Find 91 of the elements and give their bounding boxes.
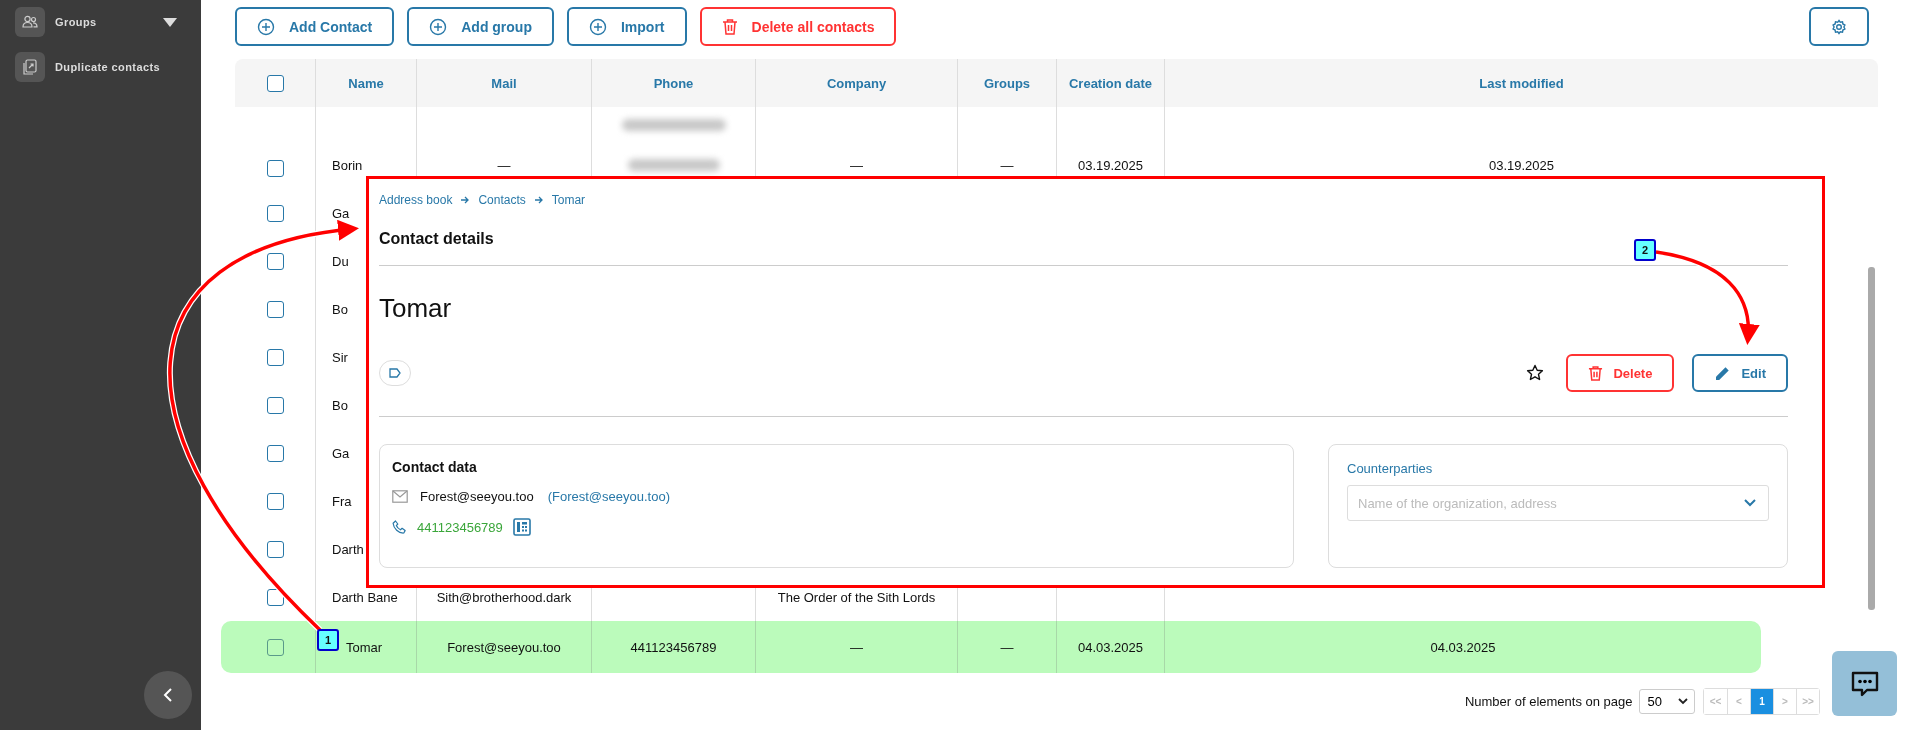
row-checkbox[interactable]	[266, 300, 284, 318]
scrollbar[interactable]	[1868, 267, 1875, 610]
trash-icon	[1588, 364, 1604, 382]
column-header[interactable]: Company	[826, 75, 887, 91]
breadcrumb-link[interactable]: Contacts	[478, 193, 526, 207]
table-cell: Borin	[332, 158, 363, 173]
mail-icon	[392, 490, 408, 503]
settings-icon	[1831, 18, 1847, 35]
phone-icon	[392, 519, 407, 535]
pencil-icon	[1714, 364, 1732, 382]
action-button[interactable]: Edit	[1692, 354, 1788, 392]
column-header[interactable]: Groups	[983, 75, 1031, 91]
chevron-down-icon[interactable]	[1744, 499, 1756, 507]
tag-icon	[389, 368, 401, 378]
annotation-badge: 2	[1634, 239, 1656, 261]
table-cell: —	[1000, 639, 1014, 655]
table-cell: 04.03.2025	[1077, 639, 1144, 655]
table-cell: Tomar	[346, 639, 383, 655]
action-button[interactable]: Delete	[1566, 354, 1675, 392]
phone-book-icon[interactable]	[512, 518, 531, 536]
email-link[interactable]: (Forest@seeyou.too)	[547, 489, 670, 504]
annotation-badge: 1	[317, 629, 339, 651]
table-cell: Fra	[332, 493, 352, 509]
row-checkbox[interactable]	[266, 444, 284, 462]
row-checkbox[interactable]	[266, 396, 284, 414]
toolbar-button[interactable]: Add group	[407, 7, 554, 46]
table-cell: Darth	[332, 541, 364, 557]
toolbar-button[interactable]: Delete all contacts	[699, 7, 897, 46]
table-cell: Ga	[332, 205, 350, 221]
table-cell: Bo	[332, 397, 348, 413]
table-cell: Sir	[332, 349, 348, 365]
table-cell: 03.19.2025	[1488, 158, 1555, 173]
table-cell: Du	[332, 253, 349, 269]
page-size-select[interactable]: 50	[1638, 689, 1695, 714]
row-checkbox[interactable]	[266, 492, 284, 510]
page-button[interactable]: 1	[1750, 689, 1773, 714]
row-checkbox[interactable]	[266, 638, 284, 656]
table-cell: —	[1000, 158, 1014, 173]
sidebar-item-icon[interactable]	[15, 52, 45, 82]
column-header[interactable]: Creation date	[1068, 75, 1153, 91]
select-all-checkbox[interactable]	[266, 74, 284, 92]
table-cell: 03.19.2025	[1077, 158, 1144, 173]
plus-circle-icon	[429, 17, 448, 36]
table-cell: 441123456789	[630, 639, 717, 655]
counterparty-select[interactable]: Name of the organization, address	[1347, 485, 1769, 521]
row-checkbox[interactable]	[266, 252, 284, 270]
chat-button[interactable]	[1832, 651, 1897, 716]
row-checkbox[interactable]	[266, 160, 284, 177]
page-size-label: Number of elements on page	[1464, 694, 1633, 709]
arrow-icon	[460, 195, 471, 205]
star-icon[interactable]	[1526, 364, 1545, 382]
plus-circle-icon	[589, 17, 607, 36]
caret-icon[interactable]	[163, 17, 177, 27]
table-cell: Forest@seeyou.too	[447, 639, 561, 655]
toolbar-button[interactable]: Import	[567, 7, 687, 46]
sidebar-item[interactable]: Groups	[55, 16, 97, 28]
card-title: Contact data	[392, 459, 478, 475]
table-cell: —	[850, 158, 863, 173]
table-cell: Sith@brotherhood.dark	[436, 589, 572, 605]
sidebar-item-icon[interactable]	[15, 7, 45, 37]
table-cell: 04.03.2025	[1430, 639, 1496, 655]
table-cell: Ga	[332, 445, 350, 461]
add-tag-button[interactable]	[379, 360, 411, 386]
toolbar-button[interactable]: Add Contact	[235, 7, 395, 46]
panel-title: Contact details	[379, 229, 495, 249]
contact-name: Tomar	[379, 292, 453, 324]
trash-icon	[721, 17, 738, 36]
column-header[interactable]: Last modified	[1479, 75, 1564, 91]
breadcrumb-link[interactable]: Tomar	[551, 193, 586, 207]
field-label: Counterparties	[1347, 461, 1434, 476]
row-checkbox[interactable]	[266, 204, 284, 222]
table-cell: —	[497, 158, 511, 173]
chevron-left-icon	[161, 687, 175, 703]
email-text: Forest@seeyou.too	[420, 489, 534, 504]
breadcrumb-link[interactable]: Address book	[379, 193, 453, 207]
row-checkbox[interactable]	[266, 540, 284, 558]
row-checkbox[interactable]	[266, 348, 284, 366]
column-header[interactable]: Phone	[653, 75, 694, 91]
column-header[interactable]: Name	[348, 75, 384, 91]
plus-circle-icon	[257, 17, 275, 36]
table-cell: Darth Bane	[332, 589, 398, 605]
phone-link[interactable]: 441123456789	[417, 519, 503, 535]
table-cell: Bo	[332, 301, 348, 317]
arrow-icon	[533, 195, 544, 205]
table-cell: The Order of the Sith Lords	[777, 589, 936, 605]
settings-button[interactable]	[1809, 7, 1869, 46]
table-cell: —	[850, 639, 863, 655]
column-header[interactable]: Mail	[491, 75, 517, 91]
sidebar-item[interactable]: Duplicate contacts	[55, 61, 160, 73]
chevron-down-icon	[1678, 698, 1688, 705]
chat-icon	[1849, 669, 1880, 698]
